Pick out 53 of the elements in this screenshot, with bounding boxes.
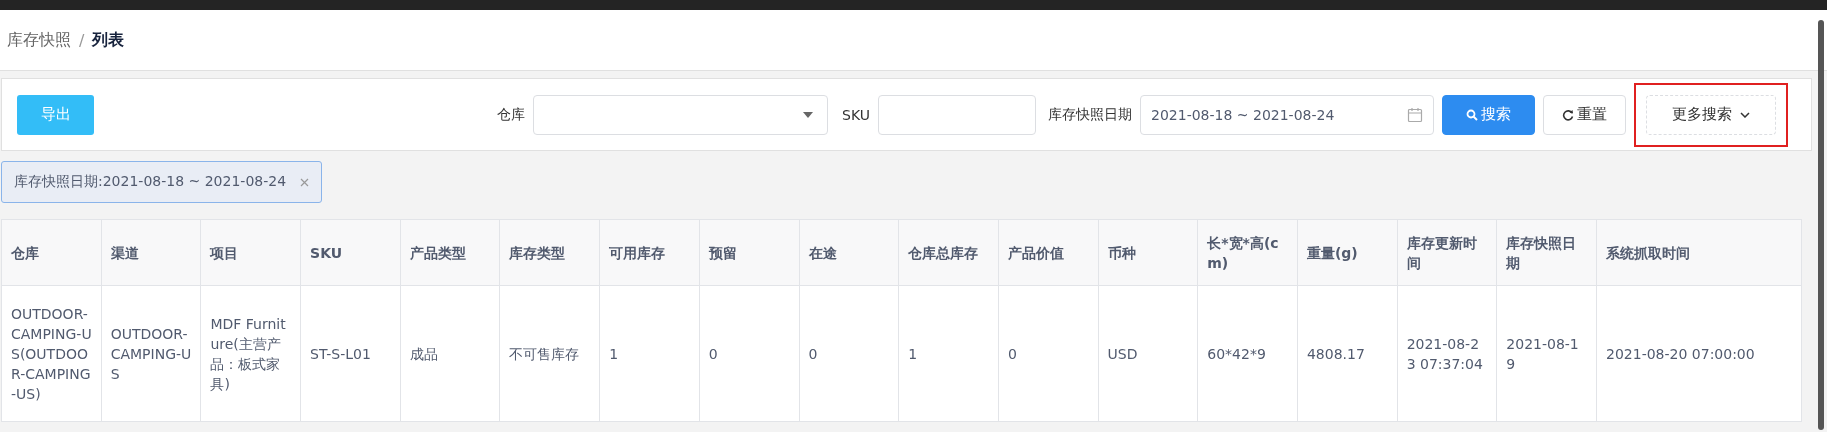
table-cell: 0 bbox=[799, 285, 899, 422]
breadcrumb-item: 列表 bbox=[92, 29, 125, 51]
table-cell: 2021-08-20 07:00:00 bbox=[1596, 285, 1802, 422]
filter-label: 库存快照日期 bbox=[1048, 105, 1132, 124]
chevron-down-icon bbox=[1740, 111, 1750, 118]
table-cell: 4808.17 bbox=[1297, 285, 1398, 422]
column-header: 长*宽*高(cm) bbox=[1197, 219, 1298, 286]
date-range-field[interactable]: 2021-08-18 ~ 2021-08-24 bbox=[1140, 94, 1434, 135]
column-header: 库存快照日期 bbox=[1496, 219, 1597, 286]
column-header: 可用库存 bbox=[599, 219, 700, 286]
column-header: 产品类型 bbox=[400, 219, 500, 286]
column-header: 币种 bbox=[1098, 219, 1198, 286]
table-cell: 2021-08-23 07:37:04 bbox=[1397, 285, 1497, 422]
filter-label: 仓库 bbox=[497, 105, 526, 124]
column-header: 仓库 bbox=[1, 219, 102, 286]
table-cell: 0 bbox=[699, 285, 799, 422]
search-icon bbox=[1466, 108, 1478, 121]
column-header: 渠道 bbox=[101, 219, 201, 286]
column-header: 库存类型 bbox=[499, 219, 600, 286]
sku-input[interactable] bbox=[878, 94, 1036, 135]
table-cell: USD bbox=[1098, 285, 1198, 422]
column-header: 仓库总库存 bbox=[898, 219, 999, 286]
table-cell: 0 bbox=[998, 285, 1099, 422]
calendar-icon bbox=[1407, 106, 1423, 123]
breadcrumb-item[interactable]: 库存快照 bbox=[7, 29, 71, 51]
table-cell: 1 bbox=[599, 285, 700, 422]
column-header: 产品价值 bbox=[998, 219, 1099, 286]
column-header: 预留 bbox=[699, 219, 799, 286]
refresh-icon bbox=[1562, 108, 1574, 121]
close-icon[interactable] bbox=[300, 177, 310, 187]
table-cell: 2021-08-19 bbox=[1496, 285, 1597, 422]
table-cell: OUTDOOR-CAMPING-US(OUTDOOR-CAMPING-US) bbox=[1, 285, 102, 422]
scrollbar[interactable] bbox=[1818, 20, 1824, 430]
table-cell: 1 bbox=[898, 285, 999, 422]
warehouse-select[interactable] bbox=[533, 94, 829, 135]
column-header: 项目 bbox=[200, 219, 301, 286]
caret-icon bbox=[803, 111, 814, 118]
filter-tag-label: 库存快照日期:2021-08-18 ~ 2021-08-24 bbox=[14, 173, 287, 191]
table-cell: 成品 bbox=[400, 285, 500, 422]
table-cell: OUTDOOR-CAMPING-US bbox=[101, 285, 201, 422]
table-cell: MDF Furniture(主营产品：板式家具) bbox=[200, 285, 301, 422]
breadcrumb-separator: / bbox=[79, 30, 85, 50]
column-header: SKU bbox=[300, 219, 401, 286]
table-cell: ST-S-L01 bbox=[300, 285, 401, 422]
filter-label: SKU bbox=[842, 106, 870, 123]
column-header: 库存更新时间 bbox=[1397, 219, 1497, 286]
table-cell: 不可售库存 bbox=[499, 285, 600, 422]
column-header: 系统抓取时间 bbox=[1596, 219, 1802, 286]
table-cell: 60*42*9 bbox=[1197, 285, 1298, 422]
column-header: 重量(g) bbox=[1297, 219, 1398, 286]
column-header: 在途 bbox=[799, 219, 899, 286]
reset-button[interactable]: 重置 bbox=[1543, 94, 1626, 135]
more-search-button[interactable]: 更多搜索 bbox=[1646, 94, 1776, 135]
